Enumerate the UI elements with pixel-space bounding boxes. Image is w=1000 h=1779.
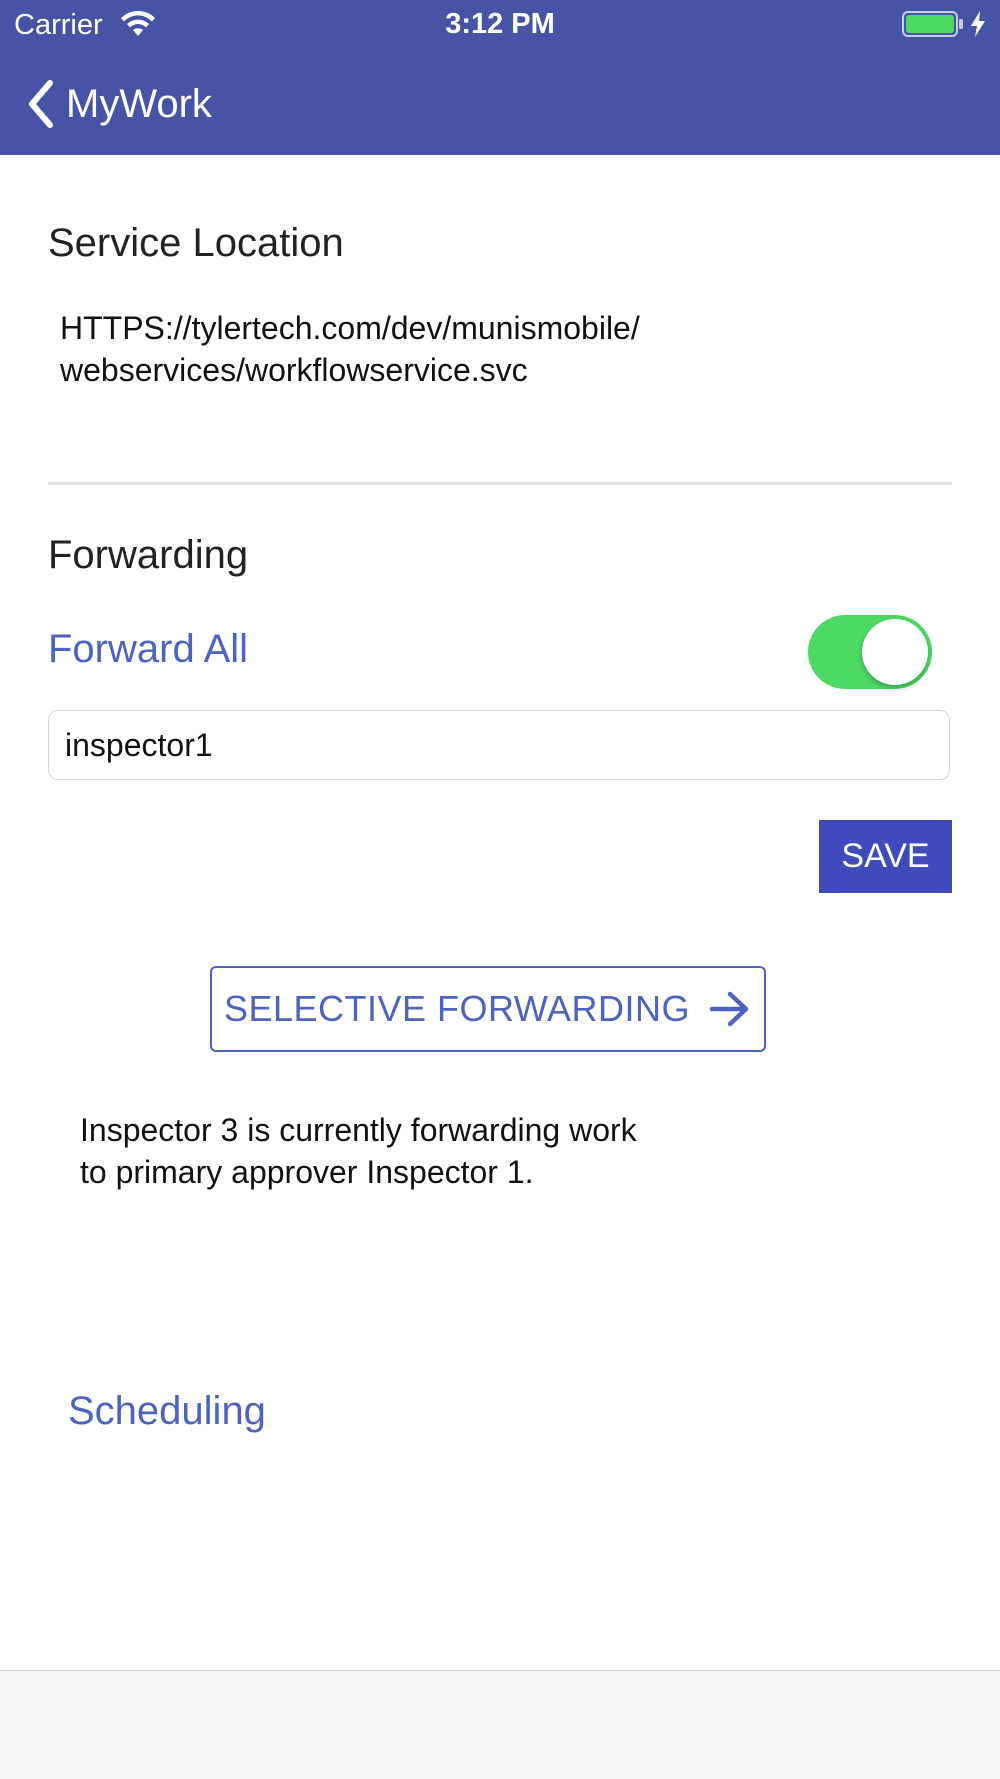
service-location-title: Service Location xyxy=(48,221,344,265)
chevron-left-icon xyxy=(29,80,53,128)
status-bar: Carrier 3:12 PM xyxy=(0,0,1000,50)
app-header: Carrier 3:12 PM MyWork xyxy=(0,0,1000,155)
forwarding-status-text: Inspector 3 is currently forwarding work… xyxy=(80,1109,740,1193)
forwarding-status-line-1: Inspector 3 is currently forwarding work xyxy=(80,1112,637,1148)
back-label: MyWork xyxy=(66,81,212,126)
scheduling-link[interactable]: Scheduling xyxy=(68,1389,266,1434)
service-url-line-2: webservices/workflowservice.svc xyxy=(60,352,528,388)
service-url-line-1: HTTPS://tylertech.com/dev/munismobile/ xyxy=(60,310,640,346)
save-button[interactable]: SAVE xyxy=(819,820,952,893)
service-url: HTTPS://tylertech.com/dev/munismobile/ w… xyxy=(60,307,820,391)
arrow-right-icon xyxy=(709,991,749,1027)
bolt-icon xyxy=(971,11,985,37)
forwarding-title: Forwarding xyxy=(48,533,249,577)
forward-to-input[interactable] xyxy=(48,710,950,780)
back-button[interactable]: MyWork xyxy=(26,74,212,134)
forward-all-toggle[interactable] xyxy=(808,615,932,689)
toggle-knob xyxy=(862,619,928,685)
selective-forwarding-button[interactable]: SELECTIVE FORWARDING xyxy=(210,966,766,1052)
bottom-toolbar xyxy=(0,1670,1000,1779)
forwarding-status-line-2: to primary approver Inspector 1. xyxy=(80,1154,534,1190)
section-divider xyxy=(48,482,952,485)
battery-icon xyxy=(902,11,963,37)
status-time: 3:12 PM xyxy=(445,8,555,40)
forward-all-label: Forward All xyxy=(48,627,249,671)
selective-forwarding-label: SELECTIVE FORWARDING xyxy=(223,988,691,1029)
